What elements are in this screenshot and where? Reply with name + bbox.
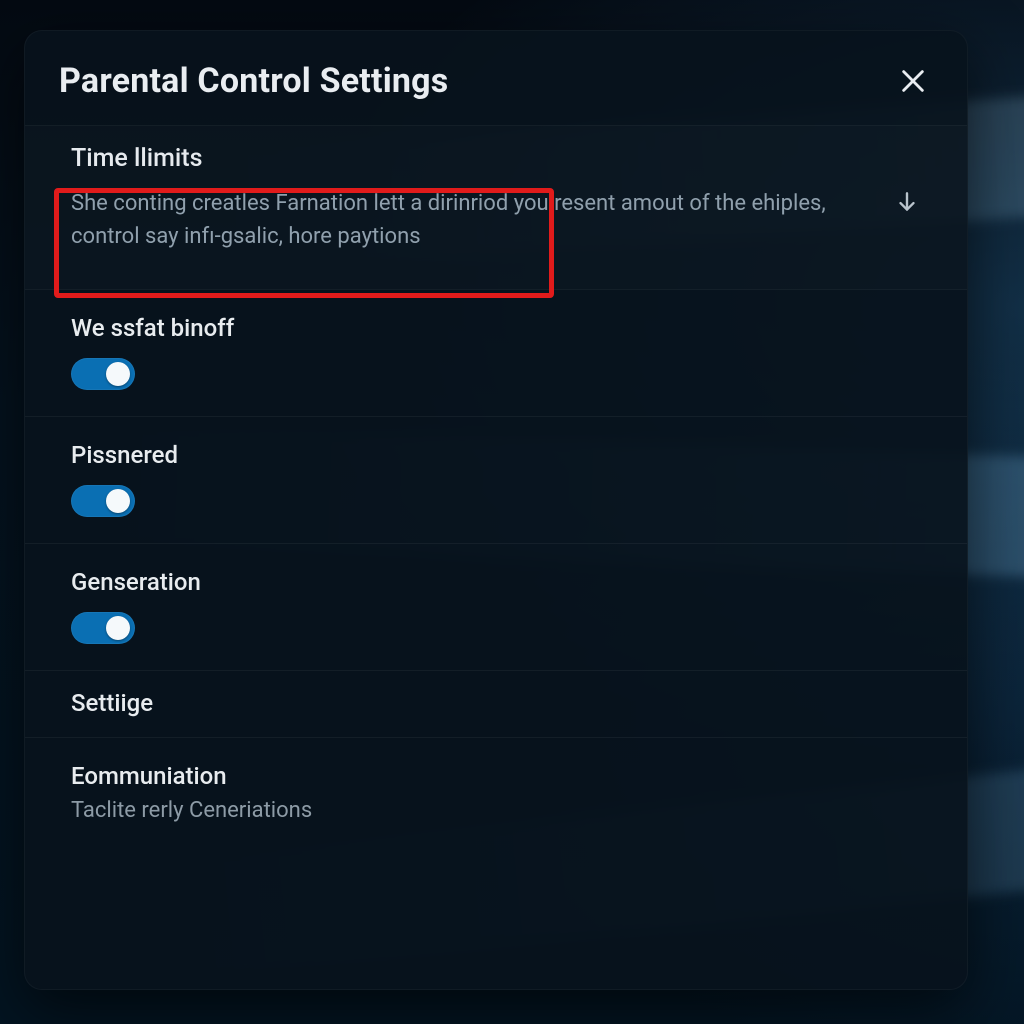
section-communication[interactable]: Eommuniation Taclite rerly Ceneriations xyxy=(25,738,967,849)
toggle-switch[interactable] xyxy=(71,485,135,517)
toggle-label: Genseration xyxy=(71,568,933,596)
toggle-knob xyxy=(106,616,130,640)
toggle-knob xyxy=(106,362,130,386)
toggle-switch[interactable] xyxy=(71,612,135,644)
section-toggle-0: We ssfat binoff xyxy=(25,290,967,417)
section-settiige[interactable]: Settiige xyxy=(25,671,967,738)
expand-button[interactable] xyxy=(891,186,923,218)
panel-header: Parental Control Settings xyxy=(25,31,967,125)
section-toggle-1: Pissnered xyxy=(25,417,967,544)
toggle-knob xyxy=(106,489,130,513)
time-limits-description: She conting creatles Farnation lett a di… xyxy=(71,187,851,253)
arrow-down-icon xyxy=(894,189,920,215)
toggle-label: Pissnered xyxy=(71,441,933,469)
communication-sub: Taclite rerly Ceneriations xyxy=(71,798,933,823)
section-toggle-2: Genseration xyxy=(25,544,967,671)
close-button[interactable] xyxy=(893,61,933,101)
close-icon xyxy=(899,67,927,95)
panel-title: Parental Control Settings xyxy=(59,61,448,101)
settings-panel: Parental Control Settings Time llimits S… xyxy=(24,30,968,990)
section-time-limits[interactable]: Time llimits She conting creatles Farnat… xyxy=(25,125,967,290)
settiige-label: Settiige xyxy=(71,689,933,717)
communication-label: Eommuniation xyxy=(71,762,933,790)
toggle-label: We ssfat binoff xyxy=(71,314,933,342)
time-limits-title: Time llimits xyxy=(71,144,933,173)
toggle-switch[interactable] xyxy=(71,358,135,390)
